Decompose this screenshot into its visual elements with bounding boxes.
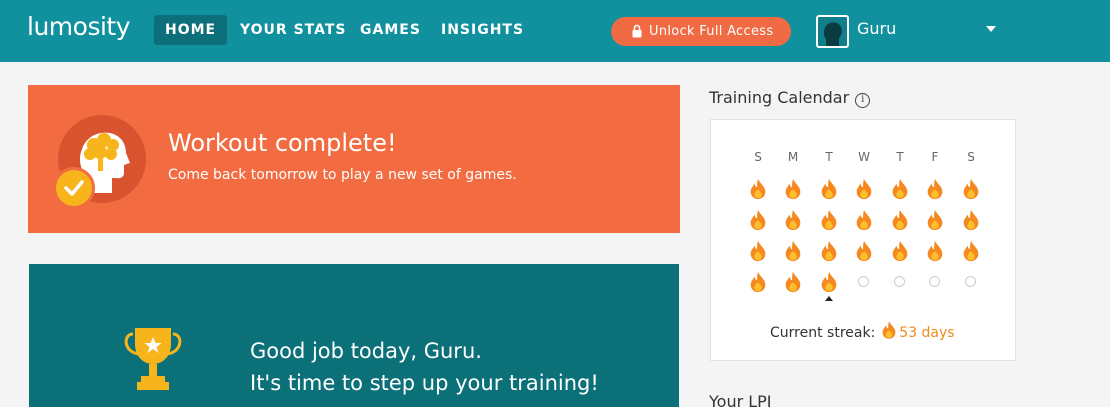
flame-icon — [961, 209, 981, 231]
nav-games[interactable]: GAMES — [349, 15, 432, 45]
empty-day — [890, 271, 910, 291]
flame-icon — [748, 209, 768, 231]
weekday-label: T — [896, 150, 904, 164]
training-calendar: S M T W T F S Current streak: 53 days — [710, 119, 1016, 361]
flame-icon — [961, 178, 981, 200]
training-message-line2: It's time to step up your training! — [250, 371, 599, 395]
your-lpi-title: Your LPI — [709, 392, 772, 407]
flame-icon — [748, 178, 768, 200]
empty-day-dot — [929, 276, 940, 287]
today-marker — [825, 296, 833, 301]
flame-icon — [890, 209, 910, 231]
lock-icon — [632, 24, 642, 38]
flame-icon — [819, 209, 839, 231]
info-icon[interactable]: i — [855, 93, 871, 108]
flame-icon — [854, 178, 874, 200]
unlock-label: Unlock Full Access — [649, 24, 774, 39]
flame-icon — [748, 271, 768, 293]
flame-icon — [783, 240, 803, 262]
flame-icon — [783, 209, 803, 231]
avatar[interactable] — [816, 15, 849, 48]
calendar-title-text: Training Calendar — [709, 88, 850, 107]
top-nav: lumosity HOME YOUR STATS GAMES INSIGHTS … — [0, 0, 1110, 62]
lumosity-logo[interactable]: lumosity — [27, 12, 131, 41]
weekday-label: F — [931, 150, 939, 164]
current-streak: Current streak: 53 days — [770, 320, 955, 341]
nav-insights[interactable]: INSIGHTS — [430, 15, 535, 45]
flame-icon — [961, 240, 981, 262]
user-silhouette-icon — [823, 22, 842, 46]
flame-icon — [854, 209, 874, 231]
workout-subtitle: Come back tomorrow to play a new set of … — [168, 167, 517, 183]
trophy-icon — [124, 328, 182, 390]
training-card: Good job today, Guru. It's time to step … — [29, 264, 679, 407]
flame-icon — [748, 240, 768, 262]
flame-icon — [819, 178, 839, 200]
streak-label: Current streak: — [770, 325, 876, 341]
flame-icon — [783, 271, 803, 293]
empty-day-dot — [965, 276, 976, 287]
workout-title: Workout complete! — [168, 129, 397, 157]
nav-your-stats[interactable]: YOUR STATS — [229, 15, 358, 45]
flame-icon — [890, 240, 910, 262]
empty-day — [925, 271, 945, 291]
empty-day-dot — [894, 276, 905, 287]
empty-day-dot — [858, 276, 869, 287]
workout-complete-card: Workout complete! Come back tomorrow to … — [28, 85, 680, 233]
flame-icon — [882, 321, 896, 339]
weekday-label: S — [754, 150, 762, 164]
unlock-full-access-button[interactable]: Unlock Full Access — [611, 17, 791, 46]
weekday-label: W — [858, 150, 870, 164]
flame-icon — [819, 240, 839, 262]
flame-icon — [890, 178, 910, 200]
nav-home[interactable]: HOME — [154, 15, 228, 45]
check-icon — [53, 167, 95, 209]
weekday-label: S — [967, 150, 975, 164]
flame-icon — [783, 178, 803, 200]
flame-icon — [819, 271, 839, 293]
training-message-line1: Good job today, Guru. — [250, 339, 482, 363]
training-calendar-title: Training Calendar i — [709, 88, 871, 108]
chevron-down-icon[interactable] — [986, 26, 996, 32]
weekday-label: T — [825, 150, 833, 164]
streak-value: 53 days — [899, 325, 955, 341]
flame-icon — [925, 240, 945, 262]
username[interactable]: Guru — [857, 19, 896, 38]
empty-day — [961, 271, 981, 291]
flame-icon — [925, 178, 945, 200]
flame-icon — [925, 209, 945, 231]
weekday-label: M — [787, 150, 799, 164]
flame-icon — [854, 240, 874, 262]
empty-day — [854, 271, 874, 291]
